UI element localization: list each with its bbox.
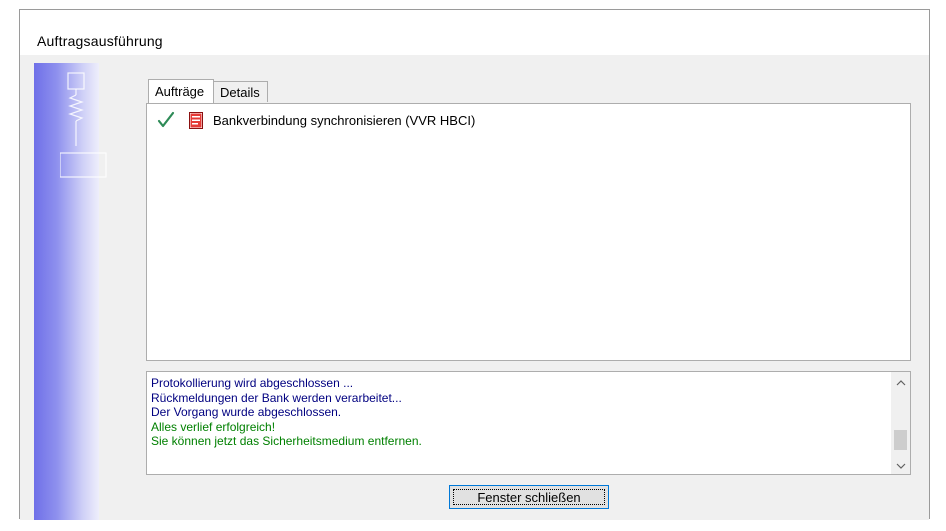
chevron-up-icon <box>896 379 905 385</box>
scroll-down-button[interactable] <box>891 457 910 474</box>
tab-details[interactable]: Details <box>214 81 268 102</box>
dialog-client-area: Aufträge Details Bankverbindung synchron… <box>20 55 929 520</box>
log-scrollbar[interactable] <box>891 372 910 474</box>
check-icon <box>157 111 175 128</box>
tasks-list[interactable]: Bankverbindung synchronisieren (VVR HBCI… <box>146 103 911 361</box>
log-line: Der Vorgang wurde abgeschlossen. <box>151 405 342 420</box>
window-title: Auftragsausführung <box>37 33 163 49</box>
document-icon <box>189 111 203 129</box>
close-window-button[interactable]: Fenster schließen <box>449 485 609 509</box>
log-line: Alles verlief erfolgreich! <box>151 419 276 434</box>
side-banner <box>34 63 107 520</box>
log-line: Rückmeldungen der Bank werden verarbeite… <box>151 390 402 405</box>
log-line: Protokollierung wird abgeschlossen ... <box>151 376 354 390</box>
log-lines: Protokollierung wird abgeschlossen ... R… <box>151 376 887 449</box>
chevron-down-icon <box>896 463 905 469</box>
tab-auftraege[interactable]: Aufträge <box>148 79 214 103</box>
log-line: Sie können jetzt das Sicherheitsmedium e… <box>151 434 422 449</box>
title-bar: Auftragsausführung <box>20 10 929 55</box>
scroll-thumb[interactable] <box>894 430 907 450</box>
list-item[interactable]: Bankverbindung synchronisieren (VVR HBCI… <box>157 110 475 130</box>
log-output[interactable]: Protokollierung wird abgeschlossen ... R… <box>146 371 911 475</box>
focus-ring <box>453 489 605 505</box>
workflow-logo-icon <box>60 72 107 178</box>
task-label: Bankverbindung synchronisieren (VVR HBCI… <box>213 112 476 128</box>
dialog-window: Auftragsausführung Aufträge Details Bank… <box>19 9 930 520</box>
scroll-up-button[interactable] <box>891 374 910 391</box>
